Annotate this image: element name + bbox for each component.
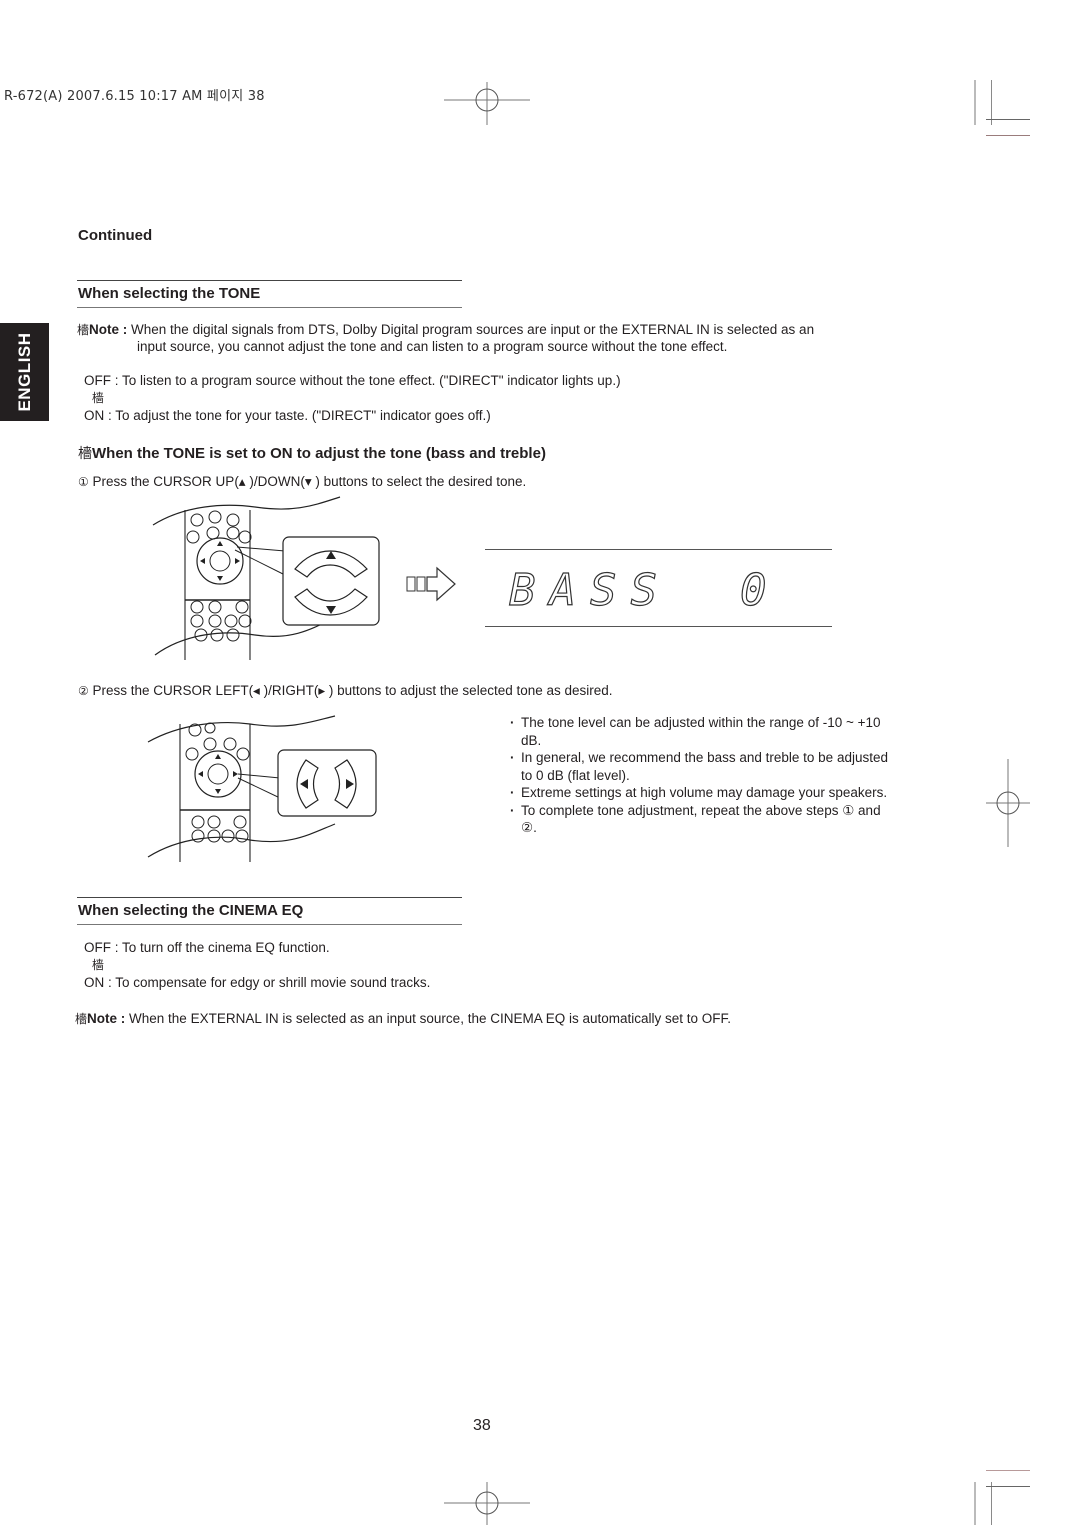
right-arrow-icon — [406, 566, 456, 602]
language-tab: ENGLISH — [0, 323, 49, 421]
crop-line — [986, 119, 1030, 120]
cinema-section-header: When selecting the CINEMA EQ — [77, 897, 462, 925]
crop-line — [986, 1470, 1030, 1471]
tone-off-text: OFF : To listen to a program source with… — [84, 373, 621, 388]
note-marker-icon: 檣 — [75, 1012, 88, 1026]
cinema-on-text: ON : To compensate for edgy or shrill mo… — [84, 975, 431, 990]
continued-heading: Continued — [78, 227, 153, 244]
lcd-display: BASS 0 — [485, 549, 832, 627]
crop-line — [986, 135, 1030, 136]
cinema-off-text: OFF : To turn off the cinema EQ function… — [84, 940, 330, 955]
heading-marker-icon: 檣 — [78, 446, 92, 462]
tone-section-title: When selecting the TONE — [78, 285, 261, 302]
cinema-note-text: When the EXTERNAL IN is selected as an i… — [129, 1011, 732, 1026]
tone-note: 檣Note : When the digital signals from DT… — [77, 321, 814, 339]
remote-updown-illustration — [152, 496, 380, 660]
adjust-heading: 檣When the TONE is set to ON to adjust th… — [78, 443, 546, 463]
toggle-glyph-icon: 樯 — [92, 958, 105, 972]
crop-line — [974, 80, 976, 125]
tone-on-text: ON : To adjust the tone for your taste. … — [84, 408, 491, 423]
step-2-number: ② — [78, 684, 89, 698]
cinema-section-title: When selecting the CINEMA EQ — [78, 902, 304, 919]
crop-line — [991, 1482, 992, 1525]
step-1-text: Press the CURSOR UP(▴ )/DOWN(▾ ) buttons… — [92, 474, 527, 489]
tip-item: In general, we recommend the bass and tr… — [508, 749, 893, 784]
toggle-glyph-icon: 樯 — [92, 391, 105, 405]
lcd-value: 0 — [739, 564, 781, 616]
crop-line — [986, 1486, 1030, 1487]
note-marker-icon: 檣 — [77, 323, 90, 337]
note-label: Note : — [89, 322, 128, 337]
step-2-text: Press the CURSOR LEFT(◂ )/RIGHT(▸ ) butt… — [92, 683, 613, 698]
tip-item: To complete tone adjustment, repeat the … — [508, 802, 893, 837]
registration-mark-top — [444, 82, 530, 125]
step-1-number: ① — [78, 475, 89, 489]
language-tab-label: ENGLISH — [14, 332, 34, 412]
print-header: R-672(A) 2007.6.15 10:17 AM 페이지 38 — [4, 89, 265, 104]
cinema-note: 檣Note : When the EXTERNAL IN is selected… — [75, 1010, 731, 1028]
tone-section-header: When selecting the TONE — [77, 280, 462, 308]
note-label: Note : — [87, 1011, 126, 1026]
registration-mark-bottom — [444, 1482, 530, 1525]
tone-tips-list: The tone level can be adjusted within th… — [508, 714, 893, 837]
step-1: ① Press the CURSOR UP(▴ )/DOWN(▾ ) butto… — [78, 473, 526, 491]
tip-item: The tone level can be adjusted within th… — [508, 714, 893, 749]
tip-item: Extreme settings at high volume may dama… — [508, 784, 893, 802]
registration-mark-right — [986, 759, 1030, 847]
crop-line — [974, 1482, 976, 1525]
tone-note-line1: When the digital signals from DTS, Dolby… — [131, 322, 815, 337]
page-number: 38 — [473, 1417, 491, 1434]
remote-leftright-illustration — [147, 715, 377, 862]
step-2: ② Press the CURSOR LEFT(◂ )/RIGHT(▸ ) bu… — [78, 682, 613, 700]
adjust-heading-text: When the TONE is set to ON to adjust the… — [92, 445, 546, 462]
tone-note-line2: input source, you cannot adjust the tone… — [137, 339, 728, 354]
lcd-label: BASS — [508, 564, 671, 616]
